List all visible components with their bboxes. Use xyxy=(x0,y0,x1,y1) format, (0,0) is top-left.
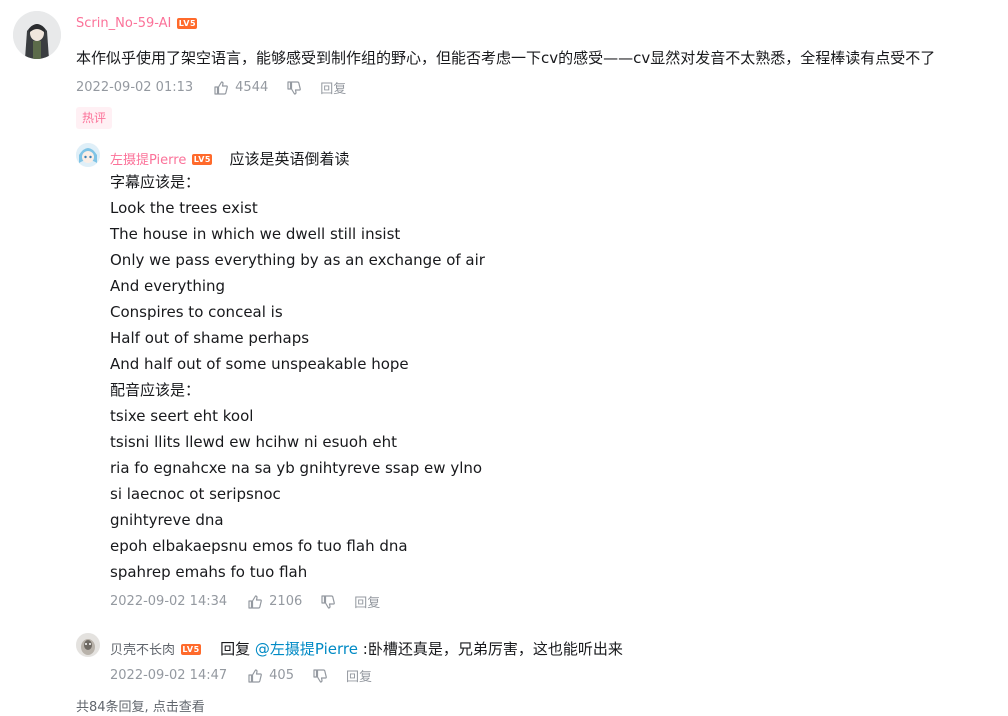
thumbs-up-icon xyxy=(247,594,263,610)
dislike-button[interactable] xyxy=(312,668,328,684)
reply-button[interactable]: 回复 xyxy=(320,78,346,97)
like-button[interactable]: 2106 xyxy=(247,594,302,610)
level-badge: LV5 xyxy=(177,18,198,29)
comment-meta: 2022-09-02 01:13 4544 回复 xyxy=(76,78,346,97)
view-more-replies-link[interactable]: 共84条回复, 点击查看 xyxy=(76,696,205,715)
username[interactable]: 左摄提Pierre xyxy=(110,153,186,168)
reply-header: 贝壳不长肉 LV5 回复 @左摄提Pierre :卧槽还真是，兄弟厉害，这也能听出… xyxy=(110,636,623,662)
reply-time: 2022-09-02 14:47 xyxy=(110,668,228,683)
reply-line: spahrep emahs fo tuo flah xyxy=(110,563,308,581)
reply-prefix: 回复 xyxy=(220,640,251,658)
username[interactable]: Scrin_No-59-AI xyxy=(76,16,171,31)
reply-meta: 2022-09-02 14:34 2106 回复 xyxy=(110,592,380,611)
like-count: 2106 xyxy=(269,594,303,609)
dislike-button[interactable] xyxy=(320,594,336,610)
reply-line: Only we pass everything by as an exchang… xyxy=(110,251,485,269)
avatar[interactable] xyxy=(76,143,100,167)
mention-link[interactable]: @左摄提Pierre xyxy=(255,640,358,658)
reply-line: tsisni llits llewd ew hcihw ni esuoh eht xyxy=(110,433,397,451)
reply-line: Conspires to conceal is xyxy=(110,303,283,321)
reply-button[interactable]: 回复 xyxy=(346,666,372,685)
reply-line: epoh elbakaepsnu emos fo tuo flah dna xyxy=(110,537,408,555)
reply-line: si laecnoc ot seripsnoc xyxy=(110,485,281,503)
reply-line: Look the trees exist xyxy=(110,199,258,217)
reply-line: tsixe seert eht kool xyxy=(110,407,254,425)
reply-line: And everything xyxy=(110,277,226,295)
like-count: 405 xyxy=(269,668,294,683)
reply-line: And half out of some unspeakable hope xyxy=(110,355,409,373)
reply-button[interactable]: 回复 xyxy=(354,592,380,611)
reply-line: ria fo egnahcxe na sa yb gnihtyreve ssap… xyxy=(110,459,483,477)
like-count: 4544 xyxy=(235,80,269,95)
reply-content: :卧槽还真是，兄弟厉害，这也能听出来 xyxy=(362,640,623,658)
reply-meta: 2022-09-02 14:47 405 回复 xyxy=(110,666,372,685)
thumbs-down-icon xyxy=(312,668,328,684)
avatar[interactable] xyxy=(76,633,100,657)
hot-comment-tag: 热评 xyxy=(76,107,113,129)
level-badge: LV5 xyxy=(192,154,213,165)
level-badge: LV5 xyxy=(181,644,202,655)
reply-text: 回复 @左摄提Pierre :卧槽还真是，兄弟厉害，这也能听出来 xyxy=(220,640,623,658)
thumbs-down-icon xyxy=(320,594,336,610)
reply-line: 配音应该是： xyxy=(110,381,201,399)
like-button[interactable]: 4544 xyxy=(213,80,268,96)
dislike-button[interactable] xyxy=(286,80,302,96)
reply-time: 2022-09-02 14:34 xyxy=(110,594,228,609)
reply-line: The house in which we dwell still insist xyxy=(110,225,401,243)
thumbs-up-icon xyxy=(213,80,229,96)
reply-line: gnihtyreve dna xyxy=(110,511,224,529)
comment-author[interactable]: Scrin_No-59-AI LV5 xyxy=(76,16,198,31)
reply-body: 字幕应该是： Look the trees exist The house in… xyxy=(110,169,485,585)
avatar[interactable] xyxy=(13,11,61,59)
username[interactable]: 贝壳不长肉 xyxy=(110,643,175,658)
reply-text: 应该是英语倒着读 xyxy=(229,150,350,168)
thumbs-up-icon xyxy=(247,668,263,684)
like-button[interactable]: 405 xyxy=(247,668,294,684)
reply-line: 字幕应该是： xyxy=(110,173,201,191)
comment-time: 2022-09-02 01:13 xyxy=(76,80,194,95)
reply-line: Half out of shame perhaps xyxy=(110,329,310,347)
thumbs-down-icon xyxy=(286,80,302,96)
comment-text: 本作似乎使用了架空语言，能够感受到制作组的野心，但能否考虑一下cv的感受——cv… xyxy=(76,49,936,67)
